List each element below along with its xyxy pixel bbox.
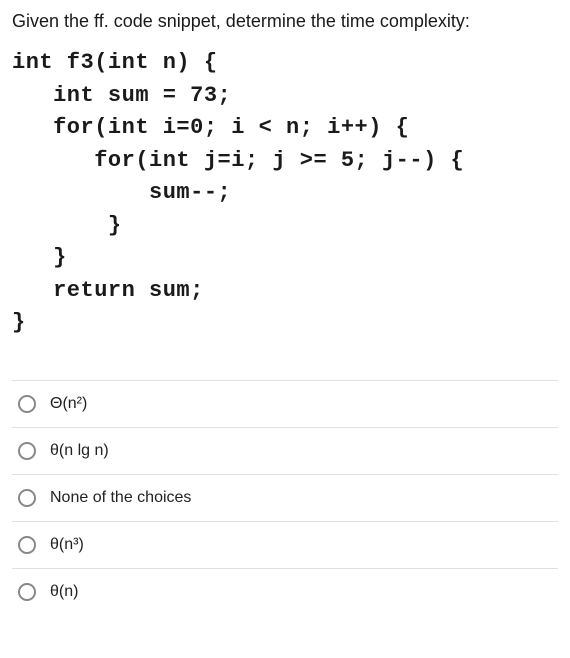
radio-option-d[interactable] [18, 536, 36, 554]
option-e[interactable]: θ(n) [12, 569, 558, 615]
option-c-label: None of the choices [50, 489, 552, 507]
code-snippet: int f3(int n) { int sum = 73; for(int i=… [12, 47, 558, 340]
option-e-label: θ(n) [50, 583, 552, 601]
radio-option-e[interactable] [18, 583, 36, 601]
question-page: Given the ff. code snippet, determine th… [0, 0, 570, 615]
options-list: Θ(n²) θ(n lg n) None of the choices θ(n³… [12, 380, 558, 615]
option-b[interactable]: θ(n lg n) [12, 428, 558, 475]
question-prompt: Given the ff. code snippet, determine th… [12, 8, 558, 35]
option-b-label: θ(n lg n) [50, 442, 552, 460]
radio-option-c[interactable] [18, 489, 36, 507]
option-a-label: Θ(n²) [50, 395, 552, 413]
option-d-label: θ(n³) [50, 536, 552, 554]
radio-option-a[interactable] [18, 395, 36, 413]
option-c[interactable]: None of the choices [12, 475, 558, 522]
radio-option-b[interactable] [18, 442, 36, 460]
option-a[interactable]: Θ(n²) [12, 381, 558, 428]
option-d[interactable]: θ(n³) [12, 522, 558, 569]
